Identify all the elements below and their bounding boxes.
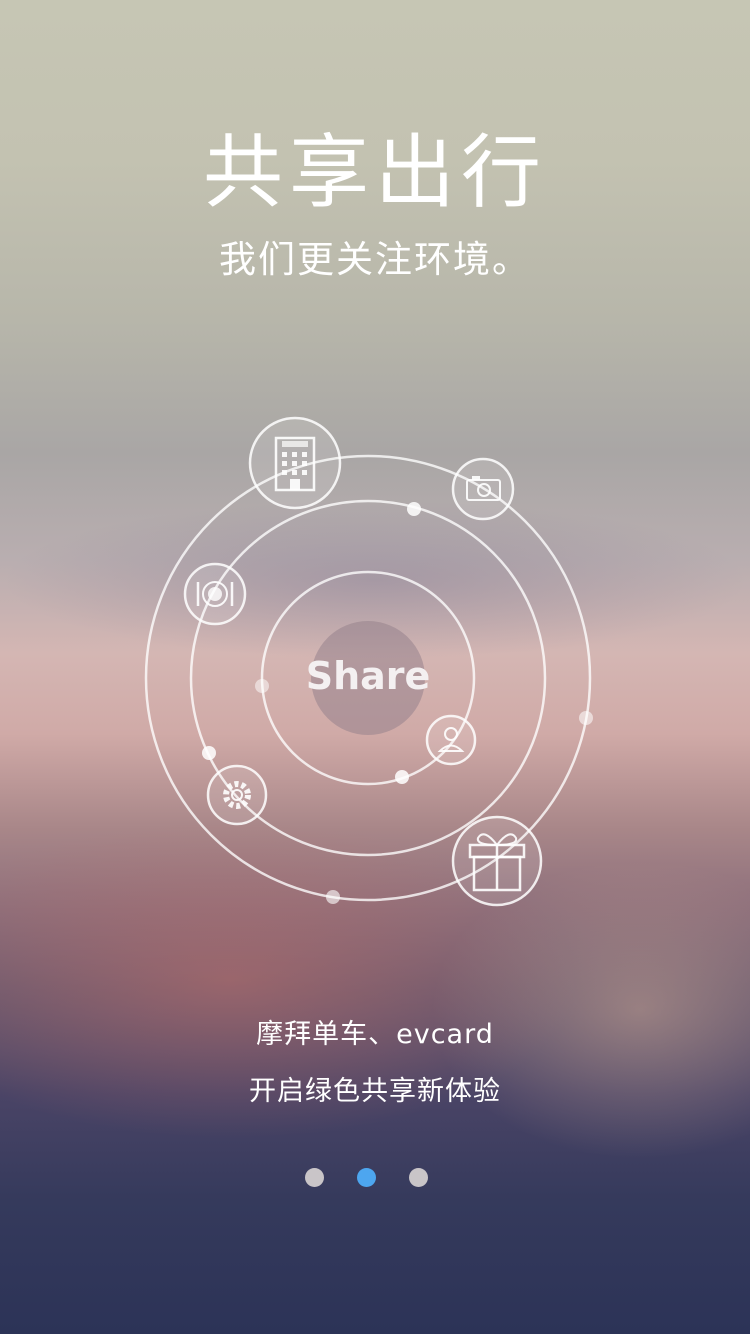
onboarding-screen: 共享出行 我们更关注环境。 Share 摩拜单车、evcard 开启绿色共享新体… — [0, 0, 750, 1334]
orbit-dot — [579, 711, 593, 725]
share-center-label: Share — [305, 654, 431, 698]
orbit-dot — [407, 502, 421, 516]
orbit-dot — [255, 679, 269, 693]
page-indicator-dot-3[interactable] — [409, 1168, 428, 1187]
orbit-dot — [202, 746, 216, 760]
page-indicator-dot-1[interactable] — [305, 1168, 324, 1187]
page-indicator-dot-2-active[interactable] — [357, 1168, 376, 1187]
user-icon — [425, 714, 477, 766]
caption-line-2: 开启绿色共享新体验 — [249, 1076, 501, 1107]
gift-icon — [451, 815, 543, 907]
dining-icon — [183, 562, 247, 626]
orbit-dot — [326, 890, 340, 904]
hotel-icon — [248, 416, 342, 510]
caption-line-1: 摩拜单车、evcard — [256, 1019, 494, 1050]
orbit-dot — [395, 770, 409, 784]
settings-icon — [206, 764, 268, 826]
camera-icon — [451, 457, 515, 521]
